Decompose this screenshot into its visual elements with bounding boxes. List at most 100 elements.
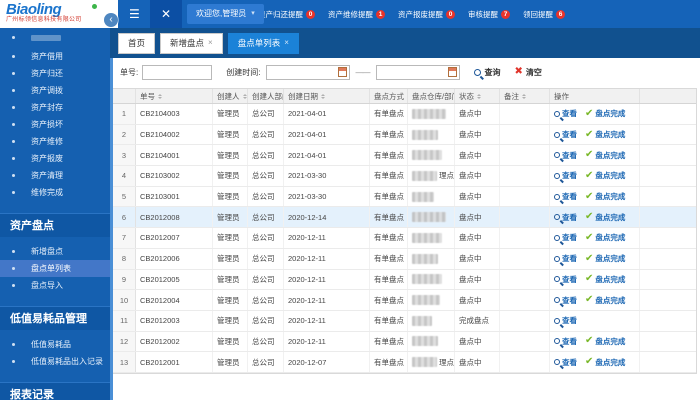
- table-row[interactable]: 3CB2104001管理员总公司2021-04-01有单盘点盘点中查看✔盘点完成: [113, 145, 696, 166]
- view-button[interactable]: 查看: [554, 150, 577, 161]
- sidebar-item[interactable]: 资产报废: [0, 150, 110, 167]
- table-row[interactable]: 8CB2012006管理员总公司2020-12-11有单盘点盘点中查看✔盘点完成: [113, 249, 696, 270]
- complete-button[interactable]: ✔盘点完成: [585, 295, 625, 306]
- table-row[interactable]: 5CB2103001管理员总公司2021-03-30有单盘点盘点中查看✔盘点完成: [113, 187, 696, 208]
- hamburger-menu-icon[interactable]: ☰: [129, 7, 140, 21]
- tab-close-icon[interactable]: ×: [208, 39, 213, 47]
- column-header[interactable]: 备注: [500, 89, 550, 103]
- complete-button[interactable]: ✔盘点完成: [585, 274, 625, 285]
- table-row[interactable]: 4CB2103002管理员总公司2021-03-30有单盘点理点盘点中查看✔盘点…: [113, 166, 696, 187]
- topbar-nav-item[interactable]: 领回提醒6: [523, 9, 565, 20]
- view-button[interactable]: 查看: [554, 357, 577, 368]
- sidebar-item[interactable]: 低值易耗品: [0, 336, 110, 353]
- table-row[interactable]: 13CB2012001管理员总公司2020-12-07有单盘点理点盘点中查看✔盘…: [113, 352, 696, 373]
- cell-remark: [500, 145, 550, 165]
- complete-button[interactable]: ✔盘点完成: [585, 170, 625, 181]
- complete-button[interactable]: ✔盘点完成: [585, 253, 625, 264]
- table-row[interactable]: 2CB2104002管理员总公司2021-04-01有单盘点盘点中查看✔盘点完成: [113, 125, 696, 146]
- clear-button[interactable]: ✖ 清空: [514, 67, 541, 78]
- column-header[interactable]: 创建日期: [284, 89, 370, 103]
- magnifier-icon: [554, 359, 560, 365]
- sidebar-item[interactable]: 资产借用: [0, 48, 110, 65]
- view-button[interactable]: 查看: [554, 336, 577, 347]
- sidebar-item-clipped[interactable]: [0, 29, 110, 42]
- view-button[interactable]: 查看: [554, 108, 577, 119]
- column-header[interactable]: 单号: [136, 89, 213, 103]
- cell-creator: 管理员: [213, 104, 248, 124]
- column-header[interactable]: 创建人部门: [248, 89, 284, 103]
- complete-button[interactable]: ✔盘点完成: [585, 191, 625, 202]
- sidebar-item[interactable]: 资产清理: [0, 167, 110, 184]
- notification-badge: 1: [376, 10, 385, 19]
- cell-method: 有单盘点: [370, 104, 408, 124]
- table-row[interactable]: 10CB2012004管理员总公司2020-12-11有单盘点盘点中查看✔盘点完…: [113, 290, 696, 311]
- view-button[interactable]: 查看: [554, 191, 577, 202]
- sidebar-item[interactable]: 资产维修: [0, 133, 110, 150]
- topbar-nav-item[interactable]: 审核提醒7: [468, 9, 510, 20]
- view-button[interactable]: 查看: [554, 232, 577, 243]
- column-header[interactable]: 盘点仓库/部门: [408, 89, 455, 103]
- sidebar-item[interactable]: 新增盘点: [0, 243, 110, 260]
- tab-close-icon[interactable]: ×: [284, 39, 289, 47]
- table-row[interactable]: 7CB2012007管理员总公司2020-12-11有单盘点盘点中查看✔盘点完成: [113, 228, 696, 249]
- topbar-nav-item[interactable]: 资产报废提醒0: [398, 9, 455, 20]
- nav-item-label: 资产报废提醒: [398, 9, 443, 20]
- cell-method: 有单盘点: [370, 311, 408, 331]
- complete-button[interactable]: ✔盘点完成: [585, 336, 625, 347]
- complete-button[interactable]: ✔盘点完成: [585, 108, 625, 119]
- view-button[interactable]: 查看: [554, 253, 577, 264]
- topbar-nav-item[interactable]: 资产维修提醒1: [328, 9, 385, 20]
- complete-button[interactable]: ✔盘点完成: [585, 232, 625, 243]
- topbar-nav-item[interactable]: 资产归还提醒0: [258, 9, 315, 20]
- order-no-input[interactable]: [142, 65, 212, 80]
- column-header[interactable]: 状态: [455, 89, 500, 103]
- table-row[interactable]: 6CB2012008管理员总公司2020-12-14有单盘点盘点中查看✔盘点完成: [113, 207, 696, 228]
- column-header[interactable]: 创建人: [213, 89, 248, 103]
- cell-order-no: CB2012004: [136, 290, 213, 310]
- view-button[interactable]: 查看: [554, 295, 577, 306]
- view-button[interactable]: 查看: [554, 170, 577, 181]
- table-row[interactable]: 12CB2012002管理员总公司2020-12-11有单盘点盘点中查看✔盘点完…: [113, 332, 696, 353]
- view-label: 查看: [562, 295, 577, 306]
- date-to-input[interactable]: [376, 65, 460, 80]
- complete-button[interactable]: ✔盘点完成: [585, 357, 625, 368]
- table-row[interactable]: 11CB2012003管理员总公司2020-12-11有单盘点完成盘点查看: [113, 311, 696, 332]
- sidebar-collapse-button[interactable]: ‹: [104, 13, 118, 27]
- sidebar-item[interactable]: 盘点导入: [0, 277, 110, 294]
- complete-button[interactable]: ✔盘点完成: [585, 129, 625, 140]
- cell-status: 盘点中: [455, 270, 500, 290]
- tab[interactable]: 首页: [118, 33, 155, 54]
- column-header[interactable]: 盘点方式: [370, 89, 408, 103]
- sidebar-item[interactable]: 资产封存: [0, 99, 110, 116]
- close-icon[interactable]: ✕: [150, 0, 182, 28]
- table-row[interactable]: 9CB2012005管理员总公司2020-12-11有单盘点盘点中查看✔盘点完成: [113, 270, 696, 291]
- user-menu[interactable]: 欢迎您,管理员 ▾: [187, 4, 264, 24]
- search-button[interactable]: 查询: [474, 67, 500, 78]
- sidebar-item[interactable]: 资产调拨: [0, 82, 110, 99]
- sidebar-item[interactable]: 低值易耗品出入记录: [0, 353, 110, 370]
- sidebar-item[interactable]: 维修完成: [0, 184, 110, 201]
- tab-active[interactable]: 盘点单列表×: [228, 33, 299, 54]
- view-button[interactable]: 查看: [554, 129, 577, 140]
- row-number: 13: [113, 352, 136, 372]
- check-icon: ✔: [585, 357, 593, 367]
- table-row[interactable]: 1CB2104003管理员总公司2021-04-01有单盘点盘点中查看✔盘点完成: [113, 104, 696, 125]
- tab[interactable]: 新增盘点×: [160, 33, 223, 54]
- sidebar-item-selected[interactable]: 盘点单列表: [0, 260, 110, 277]
- sidebar-item[interactable]: 资产归还: [0, 65, 110, 82]
- calendar-icon[interactable]: [338, 67, 347, 77]
- cell-method: 有单盘点: [370, 332, 408, 352]
- notification-badge: 7: [501, 10, 510, 19]
- view-button[interactable]: 查看: [554, 274, 577, 285]
- row-number: 12: [113, 332, 136, 352]
- sidebar-item[interactable]: 资产损坏: [0, 116, 110, 133]
- calendar-icon[interactable]: [448, 67, 457, 77]
- complete-button[interactable]: ✔盘点完成: [585, 212, 625, 223]
- cell-status: 盘点中: [455, 187, 500, 207]
- view-button[interactable]: 查看: [554, 212, 577, 223]
- cell-date: 2021-04-01: [284, 104, 370, 124]
- view-button[interactable]: 查看: [554, 315, 577, 326]
- date-from-input[interactable]: [266, 65, 350, 80]
- complete-button[interactable]: ✔盘点完成: [585, 150, 625, 161]
- cell-status: 盘点中: [455, 125, 500, 145]
